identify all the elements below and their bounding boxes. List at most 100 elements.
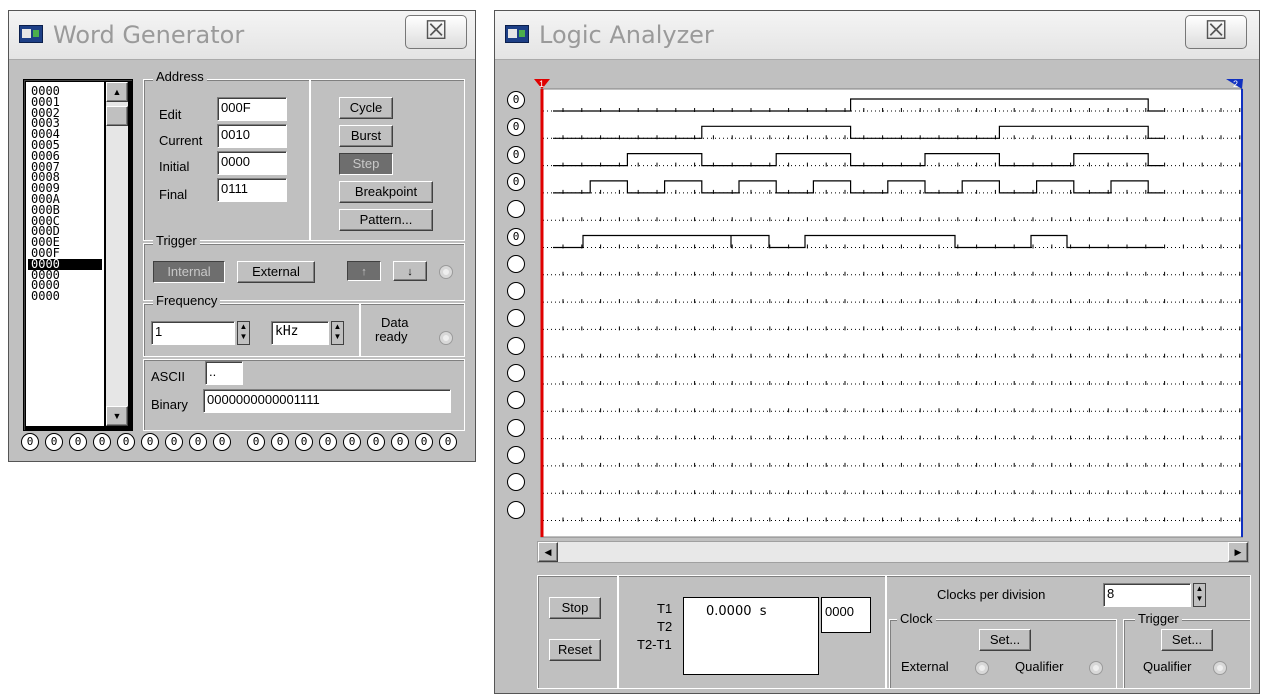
input-terminal[interactable]: [507, 445, 525, 464]
frequency-unit-spinner-icon[interactable]: ▲ ▼: [331, 321, 344, 345]
binary-field[interactable]: 0000000000001111: [203, 389, 451, 413]
input-terminal[interactable]: [507, 336, 525, 355]
data-ready-label-line1: Data: [381, 315, 409, 330]
cycle-button[interactable]: Cycle: [339, 97, 393, 119]
data-ready-indicator: [439, 331, 453, 345]
scroll-left-icon[interactable]: ◀: [538, 542, 558, 562]
input-terminal[interactable]: 0: [507, 91, 525, 109]
input-terminal[interactable]: [507, 200, 525, 219]
output-terminal[interactable]: 0: [165, 433, 183, 451]
clock-external-radio[interactable]: [975, 661, 989, 675]
word-generator-output-terminals: 000000000000000000: [21, 433, 471, 455]
cursor-t2-label: 2: [1233, 79, 1238, 89]
input-terminal[interactable]: [507, 473, 525, 492]
rising-edge-icon[interactable]: ↑: [347, 261, 381, 281]
logic-analyzer-window: Logic Analyzer ☒ 00000 12 ◀ ▶ Stop Reset…: [494, 10, 1260, 694]
input-terminal[interactable]: [507, 254, 525, 273]
waveform-display[interactable]: 12: [531, 69, 1243, 539]
t2-t1-label: T2-T1: [637, 637, 672, 652]
output-terminal[interactable]: 0: [189, 433, 207, 451]
step-button[interactable]: Step: [339, 153, 393, 175]
trigger-internal-button[interactable]: Internal: [153, 261, 225, 283]
input-terminal[interactable]: [507, 364, 525, 382]
output-terminal[interactable]: 0: [271, 433, 289, 451]
output-terminal[interactable]: 0: [439, 433, 457, 451]
pattern-button[interactable]: Pattern...: [339, 209, 433, 231]
logic-analyzer-input-terminals: 0 0 0 0 0: [507, 91, 529, 541]
clocks-per-division-field[interactable]: 8: [1103, 583, 1191, 607]
output-terminal[interactable]: 0: [93, 433, 111, 451]
stop-button[interactable]: Stop: [549, 597, 601, 619]
output-terminal[interactable]: 0: [213, 433, 231, 451]
word-list[interactable]: 0000 0001 0002 0003 0004 0005 0006 0007 0008 0009…: [23, 79, 133, 431]
binary-label: Binary: [151, 397, 188, 412]
scroll-right-icon[interactable]: ▶: [1228, 542, 1248, 562]
scroll-up-icon[interactable]: ▲: [106, 82, 128, 102]
output-terminal[interactable]: 0: [141, 433, 159, 451]
output-terminal[interactable]: 0: [295, 433, 313, 451]
clocks-per-division-spinner-icon[interactable]: ▲ ▼: [1193, 583, 1206, 607]
initial-address-field[interactable]: 0000: [217, 151, 287, 175]
clock-set-button[interactable]: Set...: [979, 629, 1031, 651]
frequency-group-title: Frequency: [153, 293, 221, 308]
output-terminal[interactable]: 0: [391, 433, 409, 451]
reset-button[interactable]: Reset: [549, 639, 601, 661]
address-divider: [309, 79, 311, 241]
output-terminal[interactable]: 0: [69, 433, 87, 451]
trigger-radio[interactable]: [439, 265, 453, 279]
clock-qualifier-radio[interactable]: [1089, 661, 1103, 675]
edit-address-field[interactable]: 000F: [217, 97, 287, 121]
output-terminal[interactable]: 0: [415, 433, 433, 451]
word-generator-app-icon: [19, 25, 43, 43]
clock-qualifier-label: Qualifier: [1015, 659, 1064, 674]
output-terminal[interactable]: 0: [247, 433, 265, 451]
input-terminal[interactable]: 0: [507, 118, 525, 137]
frequency-unit-select[interactable]: kHz: [271, 321, 329, 345]
t2-label: T2: [657, 619, 673, 634]
word-list-scrollbar[interactable]: ▲ ▼: [106, 82, 128, 426]
scroll-down-icon[interactable]: ▼: [106, 406, 128, 426]
word-list-item[interactable]: 0000: [28, 290, 102, 302]
final-address-field[interactable]: 0111: [217, 178, 287, 202]
falling-edge-icon[interactable]: ↓: [393, 261, 427, 281]
trigger-qualifier-radio[interactable]: [1213, 661, 1227, 675]
input-terminal[interactable]: [507, 282, 525, 301]
trigger-external-button[interactable]: External: [237, 261, 315, 283]
frequency-spinner-icon[interactable]: ▲ ▼: [237, 321, 250, 345]
output-terminal[interactable]: 0: [117, 433, 135, 451]
logic-analyzer-close-button[interactable]: ☒: [1185, 15, 1247, 49]
input-terminal[interactable]: 0: [507, 227, 525, 246]
control-divider-1: [617, 575, 619, 689]
input-terminal[interactable]: [507, 391, 525, 410]
word-generator-close-button[interactable]: ☒: [405, 15, 467, 49]
input-terminal[interactable]: [507, 309, 525, 328]
ascii-field[interactable]: ..: [205, 361, 243, 385]
trigger-group-title: Trigger: [153, 233, 200, 248]
logic-analyzer-app-icon: [505, 25, 529, 43]
waveform-scrollbar[interactable]: ◀ ▶: [537, 541, 1249, 563]
output-terminal[interactable]: 0: [319, 433, 337, 451]
initial-label: Initial: [159, 159, 190, 174]
word-generator-title: Word Generator: [53, 21, 245, 49]
output-terminal[interactable]: 0: [367, 433, 385, 451]
word-generator-window: Word Generator ☒ 0000 0001 0002 0003 0004 000…: [8, 10, 476, 462]
data-ready-label-line2: ready: [375, 329, 408, 344]
input-terminal[interactable]: 0: [507, 145, 525, 164]
word-generator-titlebar[interactable]: Word Generator ☒: [9, 11, 475, 60]
scroll-thumb[interactable]: [106, 106, 128, 126]
output-terminal[interactable]: 0: [45, 433, 63, 451]
trigger-set-button[interactable]: Set...: [1161, 629, 1213, 651]
logic-analyzer-titlebar[interactable]: Logic Analyzer ☒: [495, 11, 1259, 60]
current-address-field[interactable]: 0010: [217, 124, 287, 148]
frequency-value-field[interactable]: 1: [151, 321, 235, 345]
output-terminal[interactable]: 0: [21, 433, 39, 451]
output-terminal[interactable]: 0: [343, 433, 361, 451]
input-terminal[interactable]: 0: [507, 172, 525, 191]
input-terminal[interactable]: [507, 500, 525, 519]
input-terminal[interactable]: [507, 418, 525, 437]
time-readout-value: 0.0000 s: [706, 604, 767, 619]
word-list-items[interactable]: 0000 0001 0002 0003 0004 0005 0006 0007 0008 0009…: [28, 85, 102, 302]
cursor-t1-label: 1: [539, 79, 544, 89]
breakpoint-button[interactable]: Breakpoint: [339, 181, 433, 203]
burst-button[interactable]: Burst: [339, 125, 393, 147]
